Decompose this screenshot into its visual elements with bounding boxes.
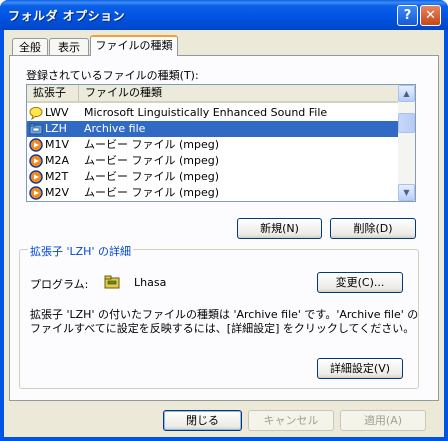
scroll-up-button[interactable]: ▲ — [398, 85, 415, 102]
program-label: プログラム: — [30, 278, 89, 291]
tab-general[interactable]: 全般 — [12, 38, 48, 56]
program-name: Lhasa — [134, 276, 167, 289]
list-item-m2t[interactable]: M2T ムービー ファイル (mpeg) — [27, 169, 399, 185]
item-extension: LZH — [45, 122, 67, 135]
item-extension: M1V — [45, 138, 70, 151]
item-file-type: ムービー ファイル (mpeg) — [84, 186, 220, 199]
lhasa-program-icon — [104, 275, 120, 289]
column-header-extension[interactable]: 拡張子 — [27, 85, 79, 101]
item-file-type: Microsoft Linguistically Enhanced Sound … — [84, 106, 328, 119]
item-file-type: ムービー ファイル (mpeg) — [84, 154, 220, 167]
item-extension: M2V — [45, 186, 70, 199]
scroll-down-button[interactable]: ▼ — [398, 184, 415, 201]
change-program-button[interactable]: 変更(C)... — [317, 272, 403, 293]
close-button[interactable]: 閉じる — [163, 410, 242, 431]
item-extension: LWV — [45, 106, 69, 119]
media-player-icon — [29, 170, 43, 184]
folder-options-window: フォルダ オプション ? ✕ 全般 表示 ファイルの種類 登録されているファイル… — [0, 0, 448, 441]
registered-file-types-label: 登録されているファイルの種類(T): — [26, 69, 199, 82]
list-item-lwv[interactable]: LWV Microsoft Linguistically Enhanced So… — [27, 105, 399, 121]
list-item-m2a[interactable]: M2A ムービー ファイル (mpeg) — [27, 153, 399, 169]
media-player-icon — [29, 138, 43, 152]
list-scrollbar[interactable]: ▲ ▼ — [398, 85, 415, 201]
file-types-list[interactable]: 拡張子 ファイルの種類 LWV Microsoft Linguistically… — [26, 84, 416, 202]
dialog-body: 全般 表示 ファイルの種類 登録されているファイルの種類(T): 拡張子 ファイ… — [4, 30, 444, 437]
list-item-m1v[interactable]: M1V ムービー ファイル (mpeg) — [27, 137, 399, 153]
archive-folder-icon — [29, 123, 43, 135]
new-button[interactable]: 新規(N) — [237, 218, 322, 239]
item-extension: M2T — [45, 170, 69, 183]
list-header: 拡張子 ファイルの種類 — [27, 85, 399, 103]
item-file-type: ムービー ファイル (mpeg) — [84, 170, 220, 183]
item-extension: M2A — [45, 154, 70, 167]
speech-bubble-icon — [29, 106, 43, 120]
close-window-button[interactable]: ✕ — [420, 5, 441, 26]
window-title: フォルダ オプション — [8, 9, 126, 23]
advanced-button[interactable]: 詳細設定(V) — [317, 358, 403, 379]
title-bar[interactable]: フォルダ オプション ? ✕ — [0, 0, 448, 30]
delete-button[interactable]: 削除(D) — [330, 218, 416, 239]
details-group-title: 拡張子 'LZH' の詳細 — [28, 243, 133, 259]
tab-file-types[interactable]: ファイルの種類 — [90, 35, 178, 56]
help-button[interactable]: ? — [397, 5, 418, 26]
list-item-lzh[interactable]: LZH Archive file — [27, 121, 399, 137]
tab-view[interactable]: 表示 — [49, 38, 89, 56]
scroll-thumb[interactable] — [398, 113, 415, 133]
item-file-type: ムービー ファイル (mpeg) — [84, 138, 220, 151]
apply-button[interactable]: 適用(A) — [340, 410, 426, 431]
media-player-icon — [29, 186, 43, 200]
description-line-2: ファイルすべてに設定を反映するには、[詳細設定] をクリックしてください。 — [30, 322, 415, 335]
media-player-icon — [29, 154, 43, 168]
column-header-file-type[interactable]: ファイルの種類 — [79, 85, 399, 101]
list-item-m2v[interactable]: M2V ムービー ファイル (mpeg) — [27, 185, 399, 201]
item-file-type: Archive file — [84, 122, 146, 135]
cancel-button[interactable]: キャンセル — [248, 410, 334, 431]
